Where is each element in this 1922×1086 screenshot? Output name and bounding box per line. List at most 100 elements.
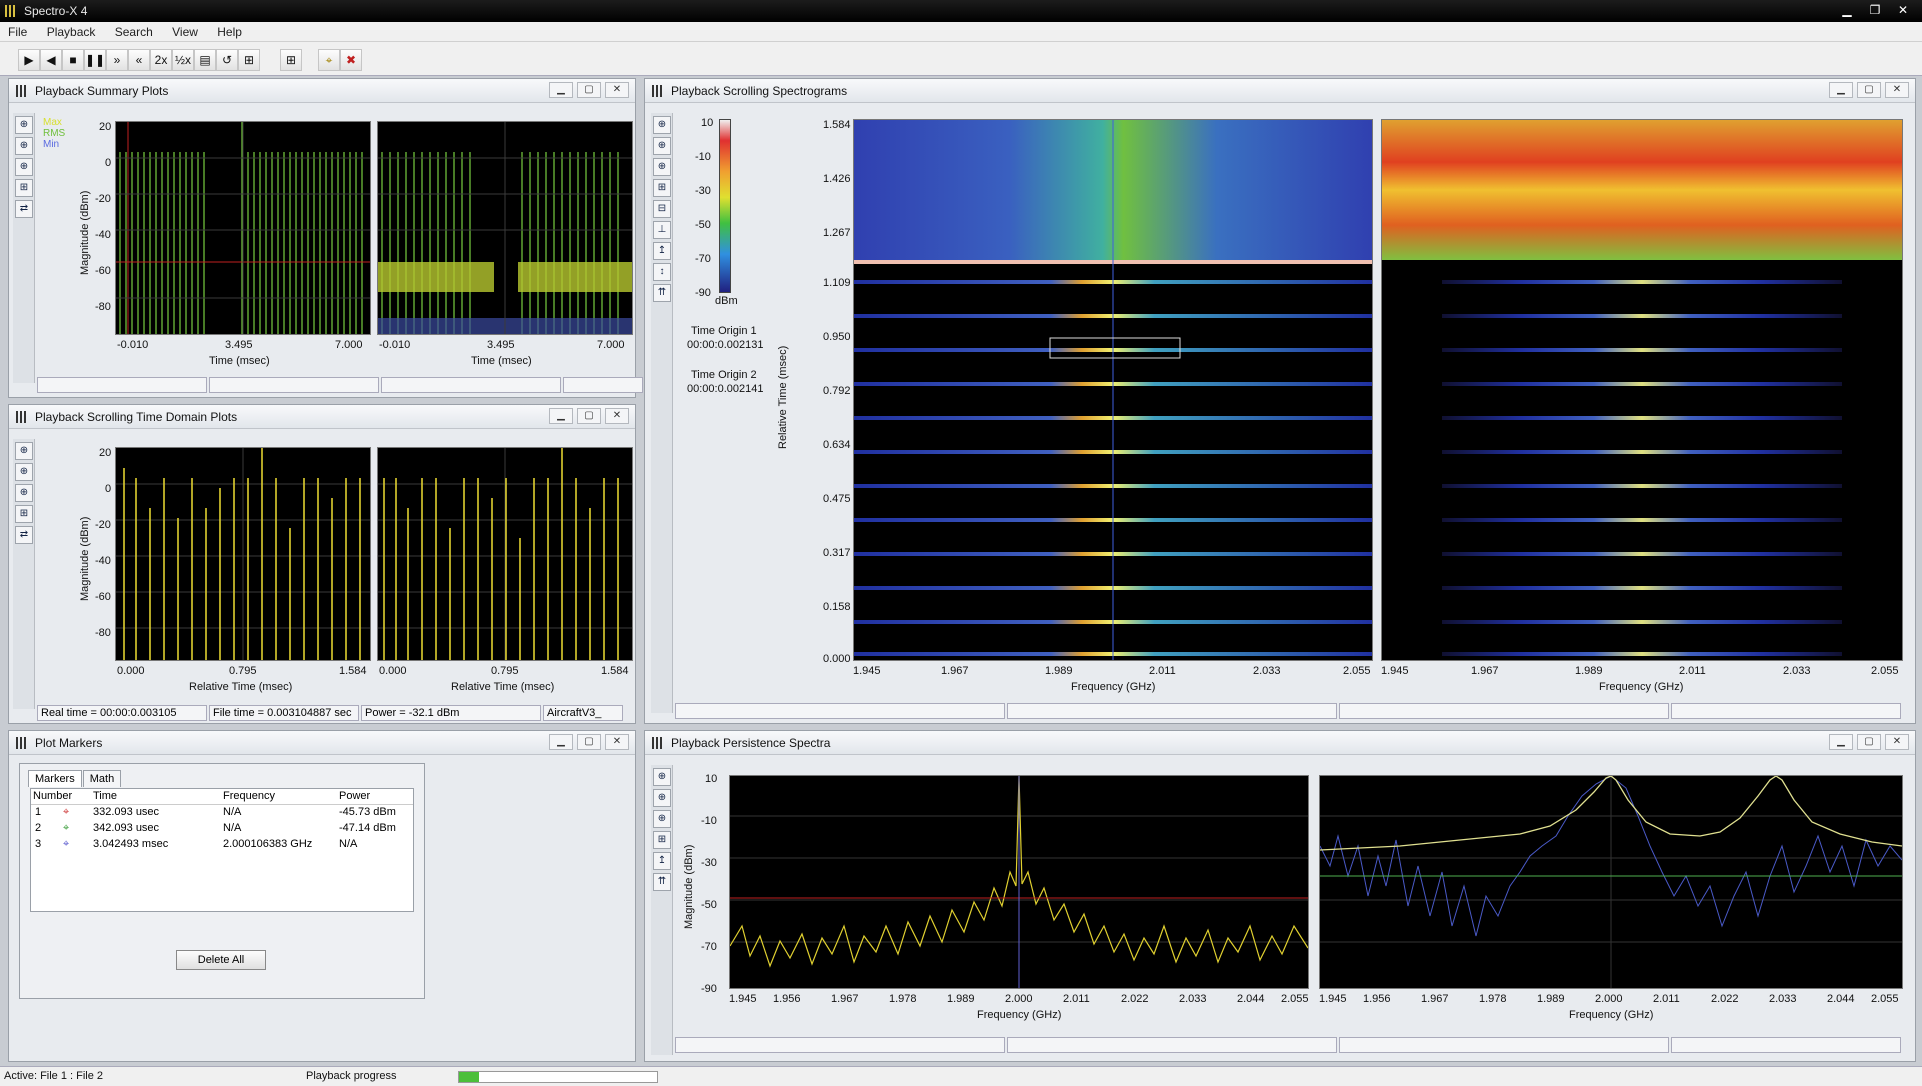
fast-forward-icon[interactable]: » <box>106 49 128 71</box>
grid-icon[interactable]: ⊞ <box>280 49 302 71</box>
zoom-x-icon[interactable]: ⊕ <box>15 158 33 176</box>
minimize-icon[interactable]: ▁ <box>549 734 573 750</box>
loop-icon[interactable]: ↺ <box>216 49 238 71</box>
marker-link-icon[interactable]: ↕ <box>653 263 671 281</box>
x-axis-label: Relative Time (msec) <box>451 681 555 693</box>
status-cell <box>1339 703 1669 719</box>
close-icon[interactable]: ✕ <box>1885 82 1909 98</box>
x-tick: 2.055 <box>1871 665 1899 677</box>
search-icon[interactable]: ⌖ <box>318 49 340 71</box>
autoscale-icon[interactable]: ⇄ <box>15 526 33 544</box>
zoom-icon[interactable]: ⊕ <box>15 137 33 155</box>
column-number[interactable]: Number <box>33 790 72 802</box>
summary-plot-1[interactable] <box>115 121 371 335</box>
maximize-icon[interactable]: ▢ <box>577 82 601 98</box>
close-icon[interactable]: ✕ <box>605 734 629 750</box>
spectrogram-2[interactable] <box>1381 119 1903 661</box>
panel-title: Playback Scrolling Time Domain Plots <box>35 410 238 424</box>
panel-header: Playback Summary Plots ▁ ▢ ✕ <box>9 79 635 103</box>
crosshair-icon[interactable]: ⊕ <box>15 116 33 134</box>
time-domain-plot-1[interactable] <box>115 447 371 661</box>
zoom-fit-icon[interactable]: ⊞ <box>15 505 33 523</box>
menu-view[interactable]: View <box>164 22 206 39</box>
column-frequency[interactable]: Frequency <box>223 790 275 802</box>
panel-header: Playback Persistence Spectra ▁ ▢ ✕ <box>645 731 1915 755</box>
maximize-icon[interactable]: ▢ <box>1857 82 1881 98</box>
x-tick: 1.956 <box>773 993 801 1005</box>
play-icon[interactable]: ▶ <box>18 49 40 71</box>
display-icon[interactable]: ▤ <box>194 49 216 71</box>
table-row[interactable]: 2 ⌖ 342.093 usec N/A -47.14 dBm <box>31 821 413 837</box>
zoom-icon[interactable]: ⊕ <box>653 137 671 155</box>
menu-help[interactable]: Help <box>209 22 250 39</box>
column-power[interactable]: Power <box>339 790 370 802</box>
x-tick: 2.044 <box>1237 993 1265 1005</box>
panel-icon <box>652 737 662 749</box>
autoscale-icon[interactable]: ⇄ <box>15 200 33 218</box>
zoom-icon[interactable]: ⊕ <box>15 463 33 481</box>
clear-search-icon[interactable]: ✖ <box>340 49 362 71</box>
delete-all-button[interactable]: Delete All <box>176 950 266 970</box>
pause-icon[interactable]: ❚❚ <box>84 49 106 71</box>
menu-playback[interactable]: Playback <box>39 22 104 39</box>
summary-plot-2[interactable] <box>377 121 633 335</box>
zoom-fit-icon[interactable]: ⊞ <box>653 179 671 197</box>
restore-button[interactable]: ❐ <box>1862 1 1888 19</box>
split-icon[interactable]: ⊟ <box>653 200 671 218</box>
close-icon[interactable]: ✕ <box>1885 734 1909 750</box>
zoom-x-icon[interactable]: ⊕ <box>15 484 33 502</box>
zoom-x-icon[interactable]: ⊕ <box>653 810 671 828</box>
close-icon[interactable]: ✕ <box>605 82 629 98</box>
y-tick: 1.267 <box>823 227 851 239</box>
column-time[interactable]: Time <box>93 790 117 802</box>
minimize-icon[interactable]: ▁ <box>549 82 573 98</box>
y-tick: -80 <box>95 301 111 313</box>
time-origin-2-value: 00:00:0.002141 <box>687 383 764 395</box>
zoom-icon[interactable]: ⊕ <box>653 789 671 807</box>
zoom-x-icon[interactable]: ⊕ <box>653 158 671 176</box>
close-button[interactable]: ✕ <box>1890 1 1916 19</box>
menu-search[interactable]: Search <box>107 22 161 39</box>
marker-up-icon[interactable]: ↥ <box>653 852 671 870</box>
minimize-button[interactable]: ▁ <box>1834 1 1860 19</box>
y-tick: -60 <box>95 591 111 603</box>
crosshair-icon[interactable]: ⊕ <box>653 768 671 786</box>
rewind-icon[interactable]: « <box>128 49 150 71</box>
reverse-play-icon[interactable]: ◀ <box>40 49 62 71</box>
table-row[interactable]: 1 ⌖ 332.093 usec N/A -45.73 dBm <box>31 805 413 821</box>
menu-file[interactable]: File <box>0 22 35 39</box>
markers-table: Number Time Frequency Power 1 ⌖ 332.093 … <box>30 788 414 912</box>
stop-icon[interactable]: ■ <box>62 49 84 71</box>
maximize-icon[interactable]: ▢ <box>577 408 601 424</box>
maximize-icon[interactable]: ▢ <box>1857 734 1881 750</box>
close-icon[interactable]: ✕ <box>605 408 629 424</box>
layout-icon[interactable]: ⊞ <box>238 49 260 71</box>
y-axis-label: Magnitude (dBm) <box>79 516 91 601</box>
tab-math[interactable]: Math <box>82 770 122 787</box>
marker-up-icon[interactable]: ↥ <box>653 242 671 260</box>
tab-markers[interactable]: Markers <box>28 770 82 787</box>
marker-icon[interactable]: ⊥ <box>653 221 671 239</box>
marker-pair-icon[interactable]: ⇈ <box>653 284 671 302</box>
time-domain-plot-2[interactable] <box>377 447 633 661</box>
minimize-icon[interactable]: ▁ <box>1829 82 1853 98</box>
table-row[interactable]: 3 ⌖ 3.042493 msec 2.000106383 GHz N/A <box>31 837 413 853</box>
persistence-plot-2[interactable] <box>1319 775 1903 989</box>
minimize-icon[interactable]: ▁ <box>1829 734 1853 750</box>
persistence-plot-1[interactable] <box>729 775 1309 989</box>
colorbar-tick: -50 <box>695 219 711 231</box>
x-tick: 1.967 <box>1471 665 1499 677</box>
maximize-icon[interactable]: ▢ <box>577 734 601 750</box>
double-speed-icon[interactable]: 2x <box>150 49 172 71</box>
crosshair-icon[interactable]: ⊕ <box>653 116 671 134</box>
zoom-fit-icon[interactable]: ⊞ <box>15 179 33 197</box>
status-cell <box>1007 703 1337 719</box>
half-speed-icon[interactable]: ½x <box>172 49 194 71</box>
colorbar-unit: dBm <box>715 295 738 307</box>
minimize-icon[interactable]: ▁ <box>549 408 573 424</box>
y-tick: 0.317 <box>823 547 851 559</box>
marker-pair-icon[interactable]: ⇈ <box>653 873 671 891</box>
crosshair-icon[interactable]: ⊕ <box>15 442 33 460</box>
spectrogram-1[interactable] <box>853 119 1373 661</box>
zoom-fit-icon[interactable]: ⊞ <box>653 831 671 849</box>
